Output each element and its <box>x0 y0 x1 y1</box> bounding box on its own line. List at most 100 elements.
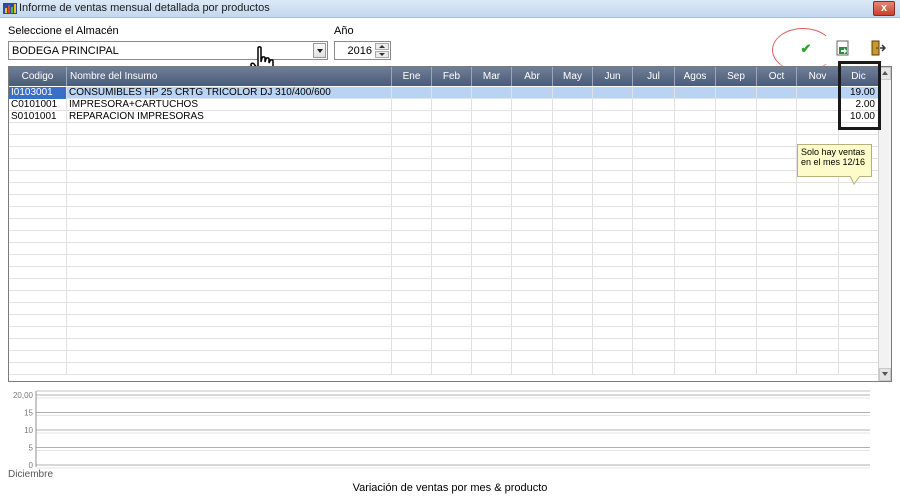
cell-month[interactable] <box>633 87 675 99</box>
cell-codigo[interactable] <box>9 183 67 195</box>
cell-month[interactable] <box>472 291 512 303</box>
cell-month[interactable] <box>392 111 432 123</box>
cell-month[interactable] <box>593 339 633 351</box>
cell-month[interactable] <box>392 231 432 243</box>
cell-month[interactable] <box>432 351 472 363</box>
cell-month[interactable] <box>675 87 716 99</box>
cell-month[interactable] <box>716 183 757 195</box>
cell-month[interactable] <box>839 279 879 291</box>
cell-month[interactable] <box>757 231 797 243</box>
cell-month[interactable] <box>633 183 675 195</box>
cell-codigo[interactable] <box>9 255 67 267</box>
cell-month[interactable] <box>716 339 757 351</box>
cell-month[interactable] <box>432 171 472 183</box>
cell-month[interactable] <box>716 135 757 147</box>
col-mar[interactable]: Mar <box>472 67 512 86</box>
cell-month[interactable] <box>675 267 716 279</box>
cell-month[interactable] <box>512 135 553 147</box>
cell-month[interactable] <box>839 327 879 339</box>
col-nov[interactable]: Nov <box>797 67 839 86</box>
cell-codigo[interactable] <box>9 327 67 339</box>
cell-month[interactable] <box>675 315 716 327</box>
cell-month[interactable] <box>512 327 553 339</box>
cell-month[interactable] <box>472 183 512 195</box>
cell-nombre[interactable] <box>67 339 392 351</box>
cell-month[interactable] <box>633 339 675 351</box>
cell-month[interactable] <box>432 255 472 267</box>
spin-down-icon[interactable] <box>375 51 389 58</box>
export-button[interactable] <box>834 40 852 58</box>
cell-month[interactable] <box>593 195 633 207</box>
col-may[interactable]: May <box>553 67 593 86</box>
cell-month[interactable] <box>797 99 839 111</box>
cell-month[interactable] <box>512 339 553 351</box>
cell-codigo[interactable] <box>9 135 67 147</box>
cell-month[interactable] <box>716 195 757 207</box>
cell-month[interactable] <box>797 255 839 267</box>
cell-month[interactable] <box>553 159 593 171</box>
cell-month[interactable] <box>797 303 839 315</box>
cell-month[interactable] <box>593 231 633 243</box>
cell-codigo[interactable] <box>9 195 67 207</box>
cell-month[interactable] <box>839 351 879 363</box>
cell-month[interactable] <box>633 195 675 207</box>
cell-month[interactable] <box>839 267 879 279</box>
cell-month[interactable] <box>716 219 757 231</box>
col-codigo[interactable]: Codigo <box>9 67 67 86</box>
cell-month[interactable] <box>593 303 633 315</box>
cell-month[interactable] <box>392 183 432 195</box>
col-nombre[interactable]: Nombre del Insumo <box>67 67 392 86</box>
col-jul[interactable]: Jul <box>633 67 675 86</box>
cell-month[interactable] <box>392 327 432 339</box>
cell-month[interactable] <box>392 171 432 183</box>
cell-month[interactable] <box>633 255 675 267</box>
cell-codigo[interactable] <box>9 315 67 327</box>
cell-month[interactable] <box>633 231 675 243</box>
cell-month[interactable] <box>512 243 553 255</box>
cell-month[interactable] <box>757 255 797 267</box>
sales-grid[interactable]: Codigo Nombre del Insumo Ene Feb Mar Abr… <box>8 66 892 382</box>
cell-month[interactable] <box>512 351 553 363</box>
table-row[interactable] <box>9 327 879 339</box>
cell-month[interactable] <box>472 135 512 147</box>
cell-nombre[interactable] <box>67 303 392 315</box>
cell-month[interactable] <box>553 351 593 363</box>
cell-month[interactable] <box>553 315 593 327</box>
cell-month[interactable] <box>392 123 432 135</box>
cell-month[interactable] <box>675 159 716 171</box>
cell-month[interactable] <box>553 171 593 183</box>
cell-month[interactable] <box>432 243 472 255</box>
col-agos[interactable]: Agos <box>675 67 716 86</box>
cell-month[interactable] <box>839 243 879 255</box>
cell-month[interactable] <box>757 339 797 351</box>
cell-month[interactable] <box>633 303 675 315</box>
cell-month[interactable] <box>757 195 797 207</box>
table-row[interactable] <box>9 363 879 375</box>
cell-month[interactable] <box>472 363 512 375</box>
cell-month[interactable] <box>633 315 675 327</box>
cell-month[interactable] <box>392 219 432 231</box>
scroll-down-icon[interactable] <box>879 368 891 381</box>
table-row[interactable] <box>9 171 879 183</box>
cell-month[interactable] <box>593 315 633 327</box>
cell-month[interactable] <box>432 123 472 135</box>
table-row[interactable] <box>9 267 879 279</box>
cell-month[interactable] <box>553 291 593 303</box>
cell-month[interactable] <box>757 267 797 279</box>
cell-month[interactable] <box>839 315 879 327</box>
cell-codigo[interactable] <box>9 291 67 303</box>
cell-month[interactable] <box>512 219 553 231</box>
chevron-down-icon[interactable] <box>313 43 326 58</box>
cell-month[interactable] <box>757 159 797 171</box>
cell-month[interactable] <box>512 207 553 219</box>
cell-month[interactable] <box>593 207 633 219</box>
exit-button[interactable] <box>869 40 887 58</box>
table-row[interactable] <box>9 315 879 327</box>
cell-nombre[interactable] <box>67 183 392 195</box>
cell-month[interactable] <box>593 279 633 291</box>
cell-month[interactable] <box>553 255 593 267</box>
cell-month[interactable] <box>675 123 716 135</box>
cell-month[interactable] <box>633 327 675 339</box>
cell-month[interactable] <box>432 315 472 327</box>
cell-month[interactable] <box>839 195 879 207</box>
